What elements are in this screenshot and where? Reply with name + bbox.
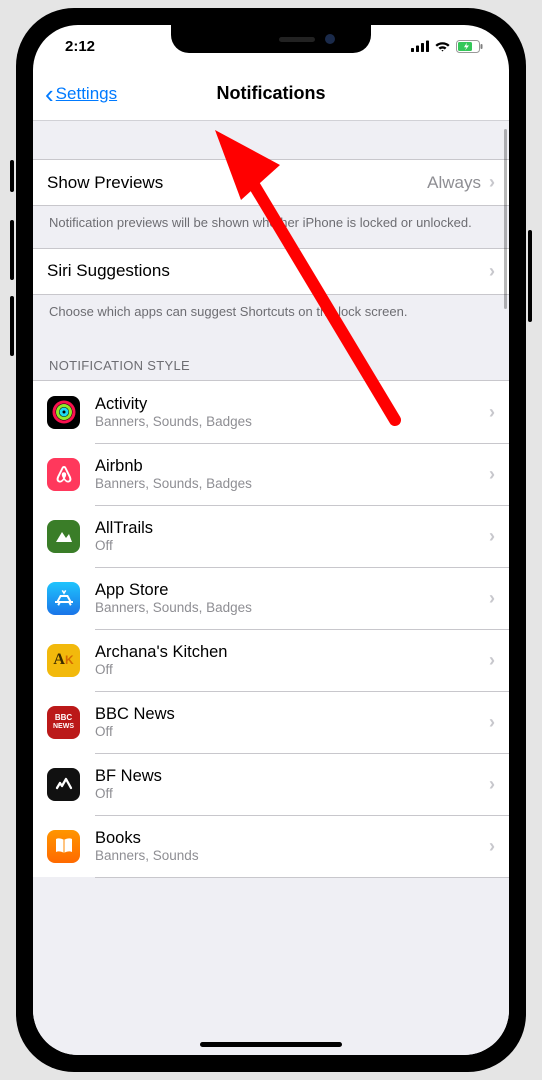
silent-switch [10,160,14,192]
appstore-icon [47,582,80,615]
chevron-right-icon: › [489,650,495,671]
home-indicator[interactable] [200,1042,342,1047]
content-scroll[interactable]: Show Previews Always › Notification prev… [33,121,509,1055]
app-subtitle: Off [95,724,489,740]
app-info: Archana's KitchenOff [95,642,489,679]
app-subtitle: Off [95,538,489,554]
app-subtitle: Banners, Sounds, Badges [95,414,489,430]
chevron-right-icon: › [489,402,495,423]
app-subtitle: Banners, Sounds, Badges [95,600,489,616]
app-name: App Store [95,580,489,601]
chevron-right-icon: › [489,588,495,609]
chevron-right-icon: › [489,774,495,795]
phone-frame: 2:12 [16,8,526,1072]
power-button [528,230,532,322]
activity-icon [47,396,80,429]
bf-icon [47,768,80,801]
app-subtitle: Off [95,786,489,802]
previews-footer: Notification previews will be shown whet… [33,206,509,248]
app-subtitle: Off [95,662,489,678]
app-row[interactable]: BF NewsOff› [33,753,509,815]
app-row[interactable]: BBCNEWS BBC NewsOff› [33,691,509,753]
app-row[interactable]: BooksBanners, Sounds› [33,815,509,877]
bbc-icon: BBCNEWS [47,706,80,739]
app-row[interactable]: AirbnbBanners, Sounds, Badges› [33,443,509,505]
app-row[interactable]: App StoreBanners, Sounds, Badges› [33,567,509,629]
show-previews-value: Always [427,173,481,193]
app-info: BF NewsOff [95,766,489,803]
chevron-right-icon: › [489,836,495,857]
app-name: Airbnb [95,456,489,477]
section-spacer [33,121,509,159]
show-previews-label: Show Previews [47,173,427,193]
archana-icon: AK [47,644,80,677]
nav-bar: ‹ Settings Notifications [33,67,509,121]
screen: 2:12 [33,25,509,1055]
volume-up-button [10,220,14,280]
status-right [411,40,483,53]
back-button[interactable]: ‹ Settings [45,81,117,107]
app-info: ActivityBanners, Sounds, Badges [95,394,489,431]
app-info: BBC NewsOff [95,704,489,741]
volume-down-button [10,296,14,356]
app-subtitle: Banners, Sounds [95,848,489,864]
app-list: ActivityBanners, Sounds, Badges›AirbnbBa… [33,380,509,877]
books-icon [47,830,80,863]
airbnb-icon [47,458,80,491]
app-row[interactable]: AK Archana's KitchenOff› [33,629,509,691]
app-name: Activity [95,394,489,415]
scrollbar[interactable] [504,129,507,309]
app-name: BBC News [95,704,489,725]
battery-icon [456,40,483,53]
app-name: AllTrails [95,518,489,539]
chevron-right-icon: › [489,712,495,733]
app-info: AllTrailsOff [95,518,489,555]
app-info: AirbnbBanners, Sounds, Badges [95,456,489,493]
show-previews-row[interactable]: Show Previews Always › [33,159,509,206]
app-subtitle: Banners, Sounds, Badges [95,476,489,492]
app-name: Archana's Kitchen [95,642,489,663]
wifi-icon [434,40,451,52]
back-label: Settings [56,84,117,104]
chevron-right-icon: › [489,464,495,485]
cellular-icon [411,40,429,52]
app-row[interactable]: AllTrailsOff› [33,505,509,567]
phone-bezel: 2:12 [30,22,512,1058]
siri-suggestions-row[interactable]: Siri Suggestions › [33,248,509,295]
app-info: BooksBanners, Sounds [95,828,489,865]
alltrails-icon [47,520,80,553]
app-name: BF News [95,766,489,787]
siri-suggestions-label: Siri Suggestions [47,261,489,281]
chevron-right-icon: › [489,261,495,282]
siri-footer: Choose which apps can suggest Shortcuts … [33,295,509,337]
app-info: App StoreBanners, Sounds, Badges [95,580,489,617]
app-name: Books [95,828,489,849]
chevron-right-icon: › [489,172,495,193]
chevron-right-icon: › [489,526,495,547]
notch [171,25,371,53]
status-time: 2:12 [65,38,95,55]
notification-style-header: NOTIFICATION STYLE [33,336,509,380]
chevron-left-icon: ‹ [45,81,54,107]
app-row[interactable]: ActivityBanners, Sounds, Badges› [33,381,509,443]
